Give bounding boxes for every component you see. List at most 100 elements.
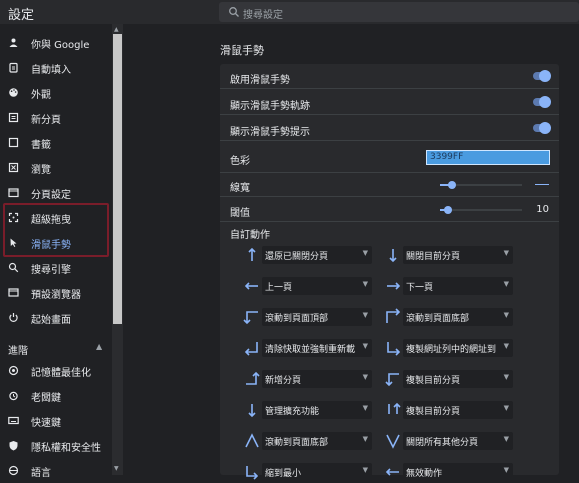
search-box[interactable]: 搜尋設定 bbox=[219, 2, 579, 22]
gesture-row: 無效動作 ▼ bbox=[384, 461, 514, 483]
sidebar-item-autofill[interactable]: 自動填入 bbox=[0, 56, 112, 80]
custom-actions-title: 自訂動作 bbox=[230, 230, 270, 241]
gesture-action-label: 還原已關閉分頁 bbox=[265, 252, 329, 262]
globe-icon bbox=[8, 465, 19, 476]
sidebar-item-label: 自動填入 bbox=[31, 65, 71, 76]
shield-icon bbox=[9, 441, 18, 451]
sidebar-item-bookmarks[interactable]: 書籤 bbox=[0, 131, 112, 155]
gesture-action-label: 縮到最小 bbox=[265, 469, 302, 479]
down-left-arrow-icon bbox=[244, 342, 258, 356]
gesture-action-select[interactable]: 複製目前分頁 ▼ bbox=[403, 401, 513, 419]
toggle-knob bbox=[539, 96, 551, 108]
up-down-arrow-icon bbox=[245, 433, 259, 448]
browser-icon bbox=[8, 288, 19, 297]
sidebar-item-label: 記憶體最佳化 bbox=[31, 368, 91, 379]
gesture-row: 滾動到頁面頂部 ▼ bbox=[243, 306, 373, 328]
gesture-action-label: 複製目前分頁 bbox=[406, 376, 461, 386]
new-tab-icon bbox=[8, 112, 19, 123]
gesture-row: 複製目前分頁 ▼ bbox=[384, 399, 514, 421]
gesture-action-select[interactable]: 新增分頁 ▼ bbox=[262, 370, 372, 388]
page-title: 滑鼠手勢 bbox=[220, 44, 264, 57]
threshold-slider[interactable] bbox=[440, 206, 522, 214]
sidebar-item-shortcuts[interactable]: 快速鍵 bbox=[0, 409, 112, 433]
gesture-action-label: 複製網址列中的網址到 bbox=[406, 345, 497, 355]
setting-label: 色彩 bbox=[230, 156, 250, 167]
sidebar-scrollbar[interactable]: ▲ ▼ bbox=[112, 24, 123, 475]
gesture-action-select[interactable]: 還原已關閉分頁 ▼ bbox=[262, 246, 372, 264]
scrollbar-thumb[interactable] bbox=[113, 34, 122, 324]
gesture-row: 滾動到頁面底部 ▼ bbox=[243, 430, 373, 452]
gesture-action-label: 清除快取並強制重新載 bbox=[265, 345, 356, 355]
gesture-action-select[interactable]: 關閉目前分頁 ▼ bbox=[403, 246, 513, 264]
chevron-up-icon: ▲ bbox=[96, 342, 103, 351]
sidebar-item-tab-settings[interactable]: 分頁設定 bbox=[0, 181, 112, 205]
width-preview bbox=[535, 184, 549, 185]
gesture-action-select[interactable]: 上一頁 ▼ bbox=[262, 277, 372, 295]
gesture-action-select[interactable]: 關閉所有其他分頁 ▼ bbox=[403, 432, 513, 450]
gesture-action-select[interactable]: 清除快取並強制重新載 ▼ bbox=[262, 339, 372, 357]
bookmark-square-icon bbox=[8, 137, 19, 148]
gesture-action-select[interactable]: 複製網址列中的網址到 ▼ bbox=[403, 339, 513, 357]
dropdown-caret-icon: ▼ bbox=[362, 342, 368, 350]
sidebar-item-you-and-google[interactable]: 你與 Google bbox=[0, 31, 112, 55]
highlight-box bbox=[3, 203, 109, 257]
show-hint-toggle[interactable] bbox=[533, 122, 551, 134]
gesture-action-select[interactable]: 管理擴充功能 ▼ bbox=[262, 401, 372, 419]
width-slider[interactable] bbox=[440, 181, 522, 189]
gesture-action-select[interactable]: 縮到最小 ▼ bbox=[262, 463, 372, 481]
dropdown-caret-icon: ▼ bbox=[362, 435, 368, 443]
gesture-action-select[interactable]: 複製目前分頁 ▼ bbox=[403, 370, 513, 388]
color-input[interactable]: 3399FF bbox=[426, 150, 550, 165]
threshold-value: 10 bbox=[536, 204, 549, 215]
sidebar-item-label: 外觀 bbox=[31, 90, 51, 101]
sidebar-item-browse[interactable]: 瀏覽 bbox=[0, 156, 112, 180]
gesture-action-label: 關閉目前分頁 bbox=[406, 252, 461, 262]
sidebar-item-new-tab[interactable]: 新分頁 bbox=[0, 106, 112, 130]
sidebar-item-appearance[interactable]: 外觀 bbox=[0, 81, 112, 105]
gesture-action-label: 上一頁 bbox=[265, 283, 293, 293]
gesture-action-label: 下一頁 bbox=[406, 283, 434, 293]
setting-row-enable: 啟用滑鼠手勢 bbox=[220, 64, 559, 89]
sidebar-item-label: 語言 bbox=[31, 468, 51, 479]
right-down-arrow-icon bbox=[386, 308, 401, 323]
down-arrow-icon bbox=[389, 249, 397, 263]
gesture-action-label: 無效動作 bbox=[406, 469, 443, 479]
keyboard-icon bbox=[8, 416, 19, 425]
slider-thumb[interactable] bbox=[444, 206, 453, 214]
sidebar-item-label: 老闆鍵 bbox=[31, 393, 61, 404]
sidebar-item-label: 隱私權和安全性 bbox=[31, 443, 101, 454]
dropdown-caret-icon: ▼ bbox=[362, 311, 368, 319]
enable-toggle[interactable] bbox=[533, 70, 551, 82]
sidebar-item-memory[interactable]: 記憶體最佳化 bbox=[0, 359, 112, 383]
show-trail-toggle[interactable] bbox=[533, 96, 551, 108]
sidebar-item-boss-key[interactable]: 老闆鍵 bbox=[0, 384, 112, 408]
clipboard-icon bbox=[9, 62, 18, 73]
gesture-action-select[interactable]: 無效動作 ▼ bbox=[403, 463, 513, 481]
slider-thumb[interactable] bbox=[448, 181, 457, 189]
gesture-action-select[interactable]: 下一頁 ▼ bbox=[403, 277, 513, 295]
gesture-action-select[interactable]: 滾動到頁面底部 ▼ bbox=[262, 432, 372, 450]
dropdown-caret-icon: ▼ bbox=[503, 435, 509, 443]
sidebar-item-startup[interactable]: 起始畫面 bbox=[0, 306, 112, 330]
sidebar-item-privacy[interactable]: 隱私權和安全性 bbox=[0, 434, 112, 458]
gesture-action-label: 滾動到頁面底部 bbox=[406, 314, 470, 324]
gesture-action-label: 滾動到頁面底部 bbox=[265, 438, 329, 448]
setting-label: 顯示滑鼠手勢提示 bbox=[230, 127, 310, 138]
sidebar-item-language[interactable]: 語言 bbox=[0, 459, 112, 483]
advanced-header-label: 進階 bbox=[8, 346, 28, 357]
tab-icon bbox=[8, 188, 19, 198]
up-arrow-icon bbox=[248, 247, 256, 261]
left-right-arrow-icon bbox=[246, 466, 259, 480]
gesture-row: 上一頁 ▼ bbox=[243, 275, 373, 297]
gesture-action-select[interactable]: 滾動到頁面底部 ▼ bbox=[403, 308, 513, 326]
sidebar-item-default-browser[interactable]: 預設瀏覽器 bbox=[0, 281, 112, 305]
dropdown-caret-icon: ▼ bbox=[503, 373, 509, 381]
advanced-section-header[interactable]: 進階 ▲ bbox=[8, 342, 102, 357]
gesture-row: 關閉所有其他分頁 ▼ bbox=[384, 430, 514, 452]
gesture-action-label: 複製目前分頁 bbox=[406, 407, 461, 417]
gesture-action-select[interactable]: 滾動到頁面頂部 ▼ bbox=[262, 308, 372, 326]
dropdown-caret-icon: ▼ bbox=[362, 280, 368, 288]
settings-card: 啟用滑鼠手勢 顯示滑鼠手勢軌跡 顯示滑鼠手勢提示 色彩 3399FF 線寬 閾值… bbox=[220, 64, 559, 481]
sidebar-item-search-engine[interactable]: 搜尋引擎 bbox=[0, 256, 112, 280]
scroll-down-icon: ▼ bbox=[114, 465, 119, 472]
